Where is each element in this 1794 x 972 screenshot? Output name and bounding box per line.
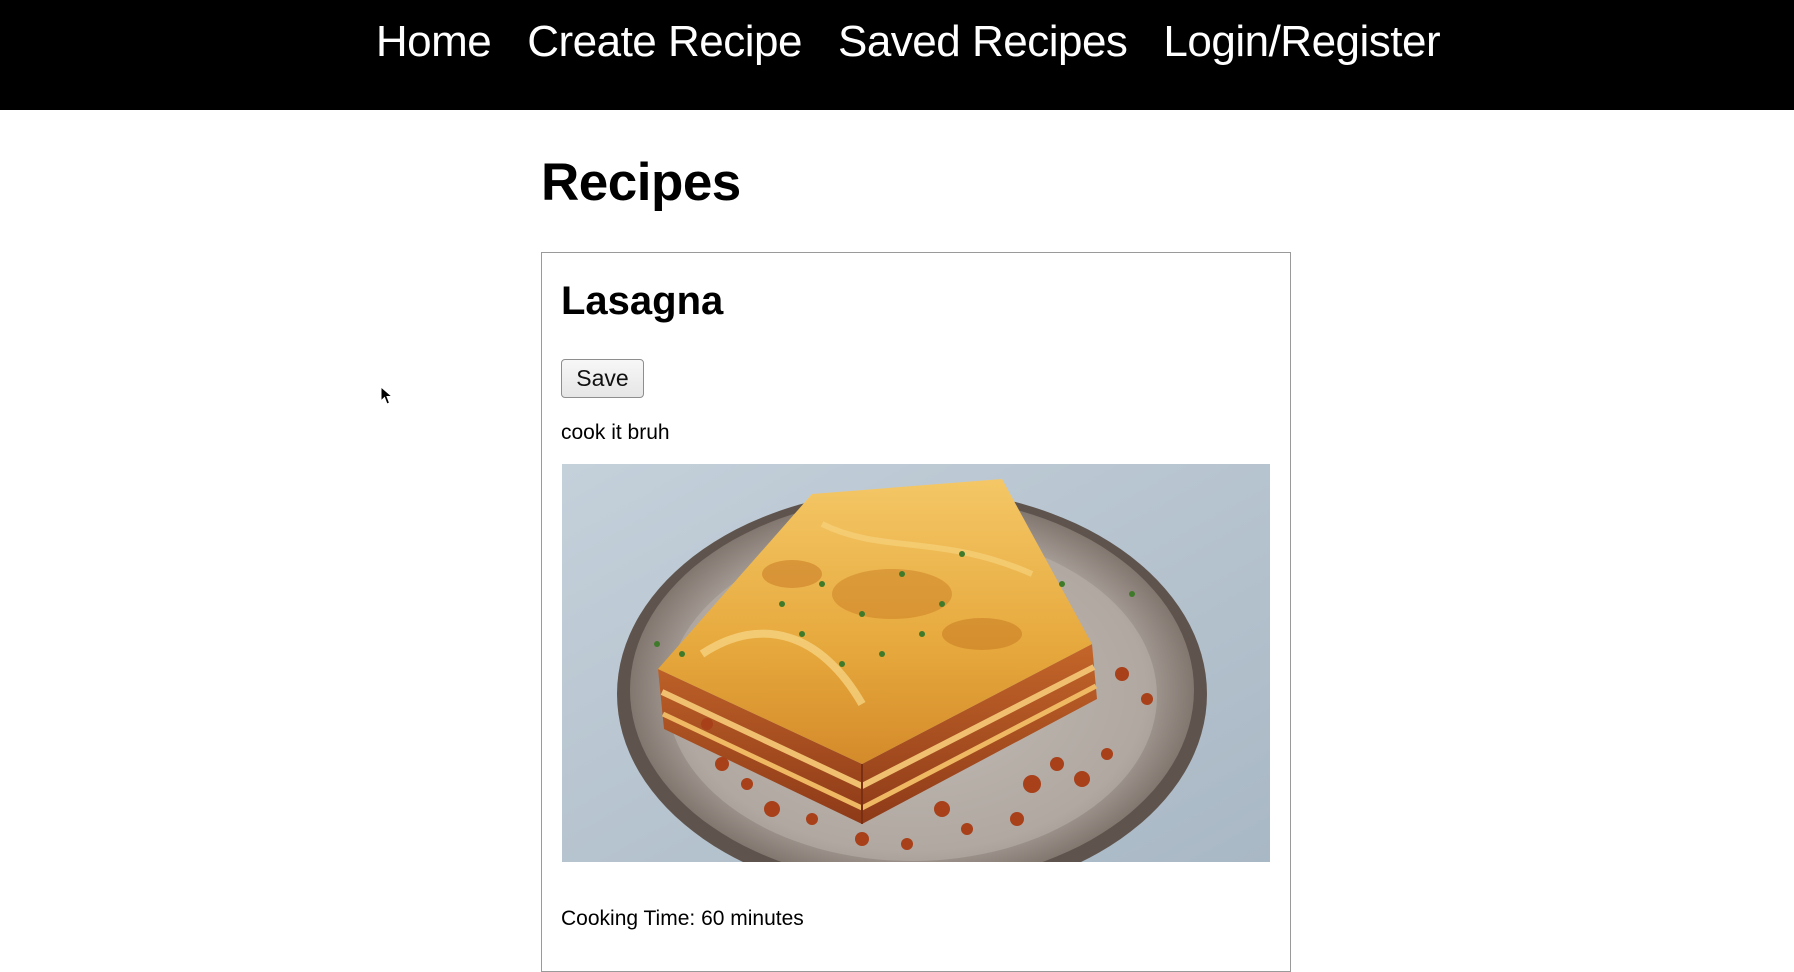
nav-link-saved-recipes[interactable]: Saved Recipes bbox=[838, 14, 1128, 70]
nav-link-login-register[interactable]: Login/Register bbox=[1163, 14, 1440, 70]
cooking-time-value: 60 minutes bbox=[701, 907, 804, 930]
page-title: Recipes bbox=[541, 153, 741, 212]
cooking-time: Cooking Time: 60 minutes bbox=[561, 904, 804, 934]
recipe-card: Lasagna Save cook it bruh Cooking Time: … bbox=[541, 252, 1291, 972]
mouse-cursor-icon bbox=[380, 386, 394, 405]
cooking-time-label: Cooking Time: bbox=[561, 907, 696, 930]
lasagna-illustration bbox=[562, 464, 1270, 862]
save-recipe-button[interactable]: Save bbox=[561, 359, 644, 398]
nav-links: Home Create Recipe Saved Recipes Login/R… bbox=[0, 14, 1794, 70]
nav-link-create-recipe[interactable]: Create Recipe bbox=[527, 14, 802, 70]
recipe-image bbox=[562, 464, 1270, 862]
nav-link-home[interactable]: Home bbox=[376, 14, 492, 70]
recipe-name: Lasagna bbox=[561, 279, 724, 323]
recipe-instructions: cook it bruh bbox=[561, 421, 670, 444]
top-navbar: Home Create Recipe Saved Recipes Login/R… bbox=[0, 0, 1794, 110]
